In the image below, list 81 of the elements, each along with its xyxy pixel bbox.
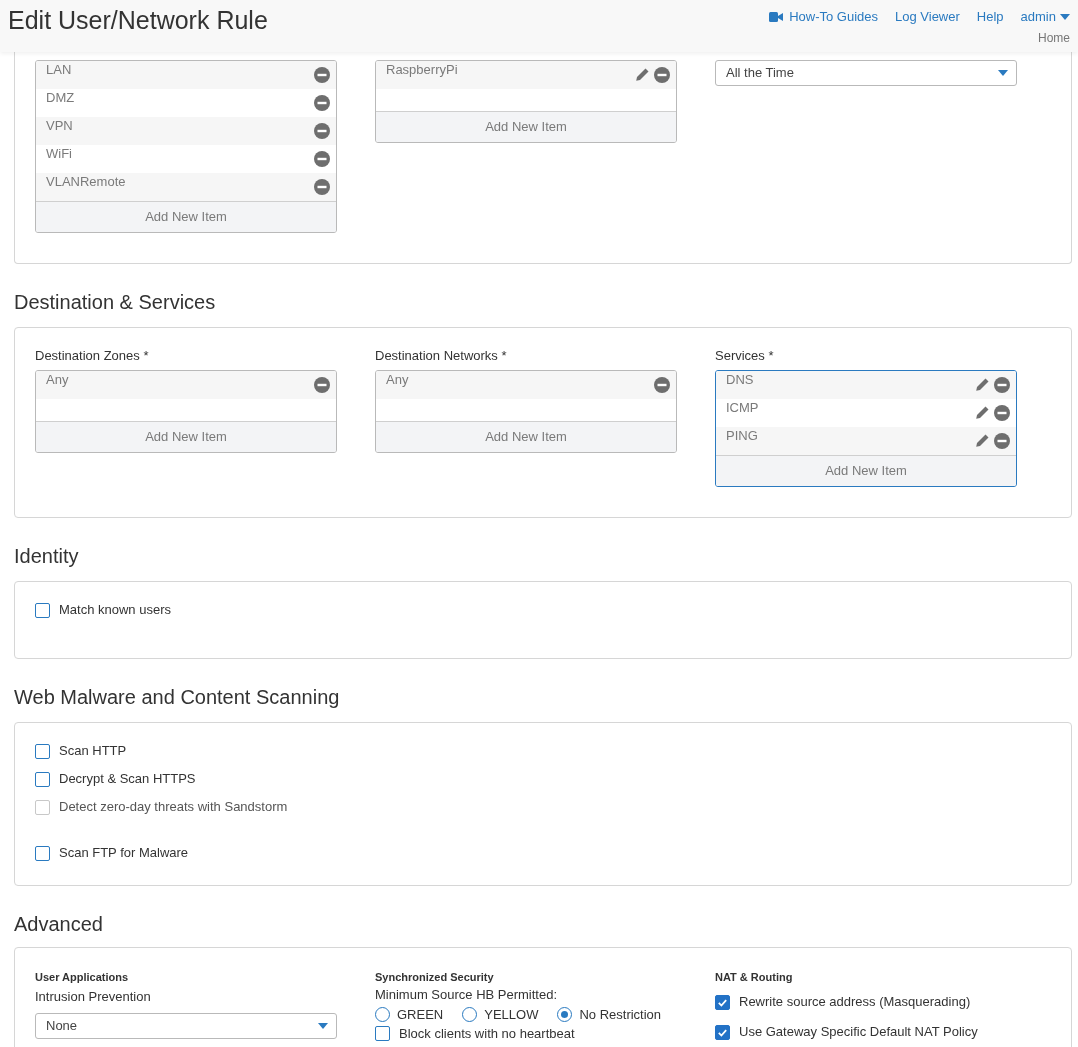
section-title: Web Malware and Content Scanning [14, 685, 341, 710]
checkbox-label: Block clients with no heartbeat [399, 1025, 575, 1043]
list-item: Any [46, 371, 69, 389]
checkbox[interactable] [375, 1026, 390, 1042]
add-item-button[interactable]: Add New Item [716, 455, 1016, 486]
caret-icon [998, 70, 1008, 76]
remove-icon[interactable] [314, 123, 330, 139]
checkbox-label: Rewrite source address (Masquerading) [739, 993, 971, 1012]
list-item: ICMP [726, 399, 759, 417]
remove-icon[interactable] [314, 377, 330, 393]
checkbox-label: Scan HTTP [59, 742, 127, 761]
list-row[interactable]: VPN [36, 117, 336, 145]
list-row[interactable]: RaspberryPi [376, 61, 676, 89]
remove-icon[interactable] [994, 377, 1010, 393]
field-label: Services * [715, 348, 775, 364]
remove-icon[interactable] [314, 67, 330, 83]
list-item: Any [386, 371, 409, 389]
pencil-icon[interactable] [974, 433, 990, 449]
dropdown-select[interactable]: None [35, 1012, 337, 1039]
checkbox-label: Use Gateway Specific Default NAT Policy [739, 1023, 978, 1042]
checkbox-label: Match known users [59, 601, 171, 620]
user-menu[interactable]: admin [1020, 7, 1070, 27]
checkbox[interactable] [35, 743, 50, 759]
remove-icon[interactable] [994, 405, 1010, 421]
header-link[interactable]: Help [976, 7, 1004, 27]
list-row[interactable]: Any [376, 371, 676, 399]
pencil-icon[interactable] [634, 67, 650, 83]
add-item-button[interactable]: Add New Item [376, 421, 676, 452]
remove-icon[interactable] [314, 151, 330, 167]
remove-icon[interactable] [314, 179, 330, 195]
group-heading: User Applications [35, 970, 130, 984]
checkbox-label: Decrypt & Scan HTTPS [59, 770, 196, 789]
video-camera-icon [769, 11, 784, 22]
checkbox[interactable] [715, 1024, 730, 1040]
header-link[interactable]: Log Viewer [895, 7, 960, 27]
field-label: Minimum Source HB Permitted: [375, 987, 559, 1003]
list-item: VPN [46, 117, 73, 135]
caret-icon [1060, 13, 1070, 20]
list-row[interactable]: Any [36, 371, 336, 399]
page-title: Edit User/Network Rule [7, 5, 268, 36]
list-item: RaspberryPi [386, 61, 458, 79]
list-row[interactable]: VLANRemote [36, 173, 336, 201]
checkbox-label: Detect zero-day threats with Sandstorm [59, 798, 288, 817]
checkbox[interactable] [35, 845, 50, 861]
breadcrumb-text: Home [1038, 29, 1070, 47]
list-item: DMZ [46, 89, 75, 107]
checkbox[interactable] [35, 602, 50, 618]
remove-icon[interactable] [314, 95, 330, 111]
add-item-button[interactable]: Add New Item [36, 421, 336, 452]
caret-icon [318, 1022, 328, 1029]
checkbox-label: Scan FTP for Malware [59, 844, 189, 863]
list-item: DNS [726, 371, 754, 389]
remove-icon[interactable] [654, 67, 670, 83]
radio-label: YELLOW [484, 1005, 539, 1024]
list-item: WiFi [46, 145, 72, 163]
section-title: Destination & Services [14, 290, 217, 315]
dropdown-select[interactable]: All the Time [715, 60, 1017, 86]
radio-label: No Restriction [579, 1005, 662, 1024]
field-label: Destination Zones * [35, 348, 150, 364]
add-item-button[interactable]: Add New Item [36, 201, 336, 232]
field-label: Destination Networks * [375, 348, 508, 364]
add-item-button[interactable]: Add New Item [376, 111, 676, 142]
list-row[interactable]: DNS [716, 371, 1016, 399]
list-item: LAN [46, 61, 72, 79]
field-label: Intrusion Prevention [35, 988, 152, 1006]
list-item: PING [726, 427, 758, 445]
list-row[interactable]: LAN [36, 61, 336, 89]
checkbox[interactable] [715, 994, 730, 1010]
remove-icon[interactable] [654, 377, 670, 393]
pencil-icon[interactable] [974, 405, 990, 421]
section-title: Advanced [14, 912, 104, 937]
group-heading: NAT & Routing [715, 970, 794, 984]
list-item: VLANRemote [46, 173, 126, 191]
section-title: Identity [14, 544, 80, 569]
header-link[interactable]: How-To Guides [769, 7, 878, 27]
pencil-icon[interactable] [974, 377, 990, 393]
radio-label: GREEN [397, 1005, 444, 1024]
remove-icon[interactable] [994, 433, 1010, 449]
checkbox[interactable] [35, 771, 50, 787]
list-row[interactable]: PING [716, 427, 1016, 455]
group-heading: Synchronized Security [375, 970, 495, 984]
